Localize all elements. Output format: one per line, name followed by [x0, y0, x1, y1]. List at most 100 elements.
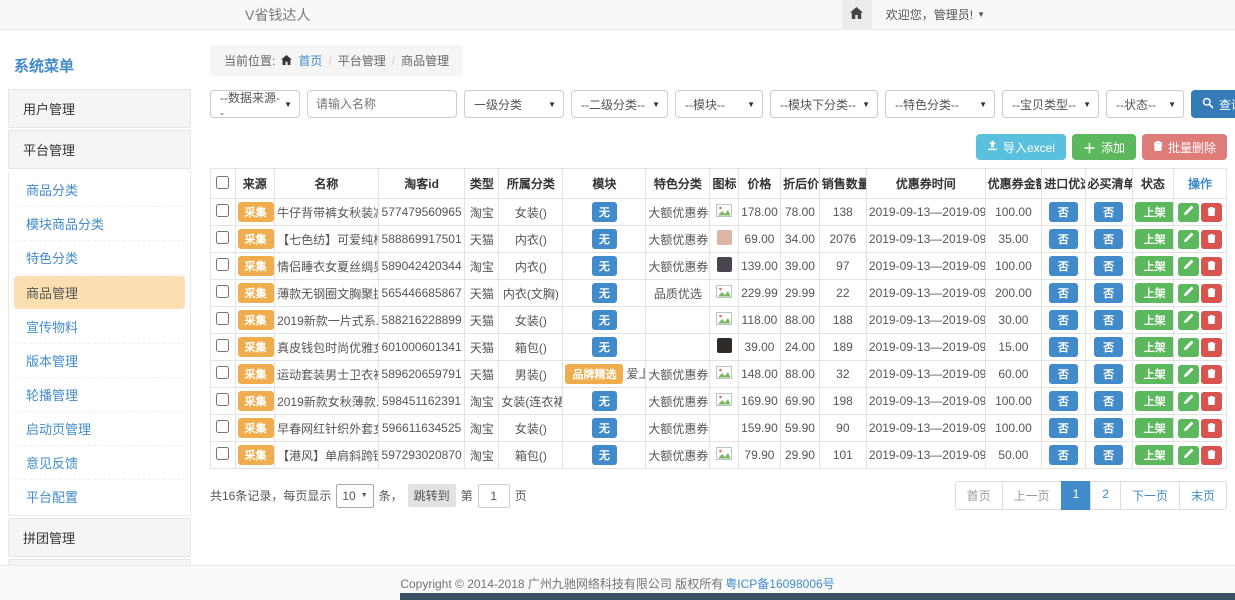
- filter-select-level2-category[interactable]: --二级分类--▼: [571, 90, 668, 118]
- delete-button[interactable]: [1201, 338, 1222, 357]
- row-checkbox[interactable]: [216, 285, 229, 298]
- row-checkbox[interactable]: [216, 393, 229, 406]
- import-toggle-button[interactable]: 否: [1049, 418, 1078, 438]
- delete-button[interactable]: [1201, 257, 1222, 276]
- row-checkbox[interactable]: [216, 231, 229, 244]
- search-icon: [1202, 97, 1214, 112]
- import-toggle-button[interactable]: 否: [1049, 283, 1078, 303]
- import-toggle-button[interactable]: 否: [1049, 229, 1078, 249]
- import-toggle-button[interactable]: 否: [1049, 310, 1078, 330]
- filter-select-module-sub-category[interactable]: --模块下分类--▼: [770, 90, 878, 118]
- delete-button[interactable]: [1201, 392, 1222, 411]
- sidebar-group[interactable]: 拼团管理: [8, 518, 191, 557]
- must-buy-toggle-button[interactable]: 否: [1094, 364, 1123, 384]
- sidebar-group[interactable]: 平台管理: [8, 130, 191, 169]
- must-buy-toggle-button[interactable]: 否: [1094, 391, 1123, 411]
- batch-delete-button[interactable]: 批量删除: [1142, 134, 1227, 160]
- select-all-checkbox[interactable]: [216, 176, 229, 189]
- row-checkbox[interactable]: [216, 204, 229, 217]
- status-button[interactable]: 上架: [1135, 364, 1174, 384]
- query-button[interactable]: 查询: [1191, 90, 1235, 118]
- row-checkbox[interactable]: [216, 366, 229, 379]
- must-buy-toggle-button[interactable]: 否: [1094, 310, 1123, 330]
- sidebar-item[interactable]: 平台配置: [14, 480, 185, 513]
- status-button[interactable]: 上架: [1135, 391, 1174, 411]
- sidebar-item[interactable]: 版本管理: [14, 344, 185, 378]
- sidebar-item[interactable]: 轮播管理: [14, 378, 185, 412]
- edit-button[interactable]: [1178, 257, 1199, 276]
- status-button[interactable]: 上架: [1135, 229, 1174, 249]
- filter-select-data-source[interactable]: --数据来源--▼: [210, 90, 300, 118]
- edit-button[interactable]: [1178, 419, 1199, 438]
- edit-button[interactable]: [1178, 446, 1199, 465]
- import-excel-button[interactable]: 导入excel: [976, 134, 1066, 160]
- import-toggle-button[interactable]: 否: [1049, 445, 1078, 465]
- delete-button[interactable]: [1201, 203, 1222, 222]
- edit-button[interactable]: [1178, 230, 1199, 249]
- must-buy-toggle-button[interactable]: 否: [1094, 418, 1123, 438]
- add-button[interactable]: ＋ 添加: [1072, 134, 1136, 160]
- delete-button[interactable]: [1201, 284, 1222, 303]
- edit-button[interactable]: [1178, 392, 1199, 411]
- must-buy-toggle-button[interactable]: 否: [1094, 445, 1123, 465]
- delete-button[interactable]: [1201, 311, 1222, 330]
- must-buy-toggle-button[interactable]: 否: [1094, 283, 1123, 303]
- sidebar-item[interactable]: 启动页管理: [14, 412, 185, 446]
- filter-select-level1-category[interactable]: 一级分类▼: [464, 90, 564, 118]
- breadcrumb-home-link[interactable]: 首页: [298, 52, 322, 69]
- must-buy-toggle-button[interactable]: 否: [1094, 229, 1123, 249]
- import-toggle-button[interactable]: 否: [1049, 202, 1078, 222]
- import-toggle-button[interactable]: 否: [1049, 391, 1078, 411]
- must-buy-toggle-button[interactable]: 否: [1094, 337, 1123, 357]
- row-checkbox[interactable]: [216, 420, 229, 433]
- edit-button[interactable]: [1178, 338, 1199, 357]
- filter-select-item-type[interactable]: --宝贝类型--▼: [1002, 90, 1099, 118]
- delete-button[interactable]: [1201, 230, 1222, 249]
- sidebar-group[interactable]: 用户管理: [8, 89, 191, 128]
- edit-button[interactable]: [1178, 365, 1199, 384]
- pager-button[interactable]: 1: [1061, 481, 1092, 510]
- sidebar-item[interactable]: 商品分类: [14, 173, 185, 207]
- home-button[interactable]: [842, 0, 872, 30]
- filter-select-status[interactable]: --状态--▼: [1106, 90, 1184, 118]
- delete-button[interactable]: [1201, 446, 1222, 465]
- filter-select-module[interactable]: --模块--▼: [675, 90, 763, 118]
- pager-button[interactable]: 下一页: [1120, 481, 1180, 510]
- edit-button[interactable]: [1178, 311, 1199, 330]
- sidebar-item[interactable]: 意见反馈: [14, 446, 185, 480]
- status-button[interactable]: 上架: [1135, 337, 1174, 357]
- status-button[interactable]: 上架: [1135, 310, 1174, 330]
- icp-link[interactable]: 粤ICP备16098006号: [725, 575, 834, 592]
- filter-select-feature-category[interactable]: --特色分类--▼: [885, 90, 995, 118]
- row-checkbox[interactable]: [216, 258, 229, 271]
- sidebar-item[interactable]: 特色分类: [14, 241, 185, 275]
- page-number-input[interactable]: [478, 484, 510, 508]
- import-toggle-button[interactable]: 否: [1049, 256, 1078, 276]
- import-toggle-button[interactable]: 否: [1049, 364, 1078, 384]
- per-page-select[interactable]: 10 ▼: [336, 484, 373, 508]
- must-buy-toggle-button[interactable]: 否: [1094, 256, 1123, 276]
- status-button[interactable]: 上架: [1135, 202, 1174, 222]
- status-button[interactable]: 上架: [1135, 418, 1174, 438]
- delete-button[interactable]: [1201, 419, 1222, 438]
- source-badge: 采集: [238, 202, 274, 222]
- sidebar-item[interactable]: 商品管理: [14, 276, 185, 309]
- pager-button[interactable]: 末页: [1179, 481, 1227, 510]
- import-toggle-button[interactable]: 否: [1049, 337, 1078, 357]
- pager-button[interactable]: 2: [1090, 481, 1121, 510]
- search-input[interactable]: [307, 90, 457, 118]
- status-button[interactable]: 上架: [1135, 256, 1174, 276]
- delete-button[interactable]: [1201, 365, 1222, 384]
- edit-button[interactable]: [1178, 203, 1199, 222]
- sidebar-item[interactable]: 宣传物料: [14, 310, 185, 344]
- row-checkbox[interactable]: [216, 312, 229, 325]
- user-menu[interactable]: 欢迎您，管理员! ▼: [886, 6, 985, 23]
- must-buy-toggle-button[interactable]: 否: [1094, 202, 1123, 222]
- jump-button[interactable]: 跳转到: [408, 484, 456, 507]
- status-button[interactable]: 上架: [1135, 445, 1174, 465]
- row-checkbox[interactable]: [216, 339, 229, 352]
- status-button[interactable]: 上架: [1135, 283, 1174, 303]
- sidebar-item[interactable]: 模块商品分类: [14, 207, 185, 241]
- row-checkbox[interactable]: [216, 447, 229, 460]
- edit-button[interactable]: [1178, 284, 1199, 303]
